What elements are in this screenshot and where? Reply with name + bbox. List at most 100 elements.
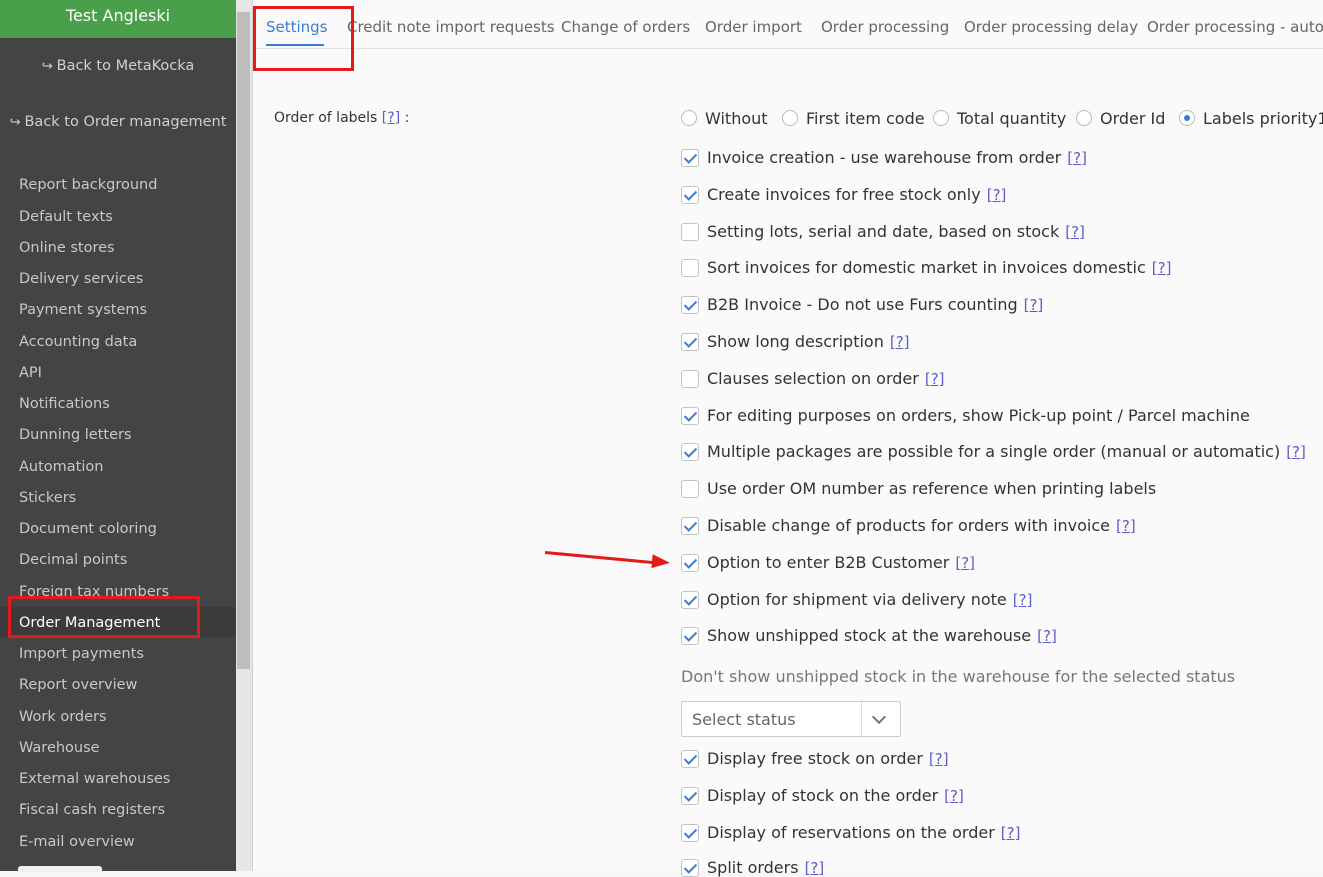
help-link[interactable]: [?] (944, 787, 964, 805)
tab-credit-note-import-requests[interactable]: Credit note import requests (347, 18, 555, 36)
sidebar-item-notifications[interactable]: Notifications (19, 396, 110, 412)
tab-change-of-orders[interactable]: Change of orders (561, 18, 690, 36)
help-link[interactable]: [?] (382, 110, 400, 126)
radio-order-id[interactable]: Order Id (1076, 108, 1165, 128)
help-link[interactable]: [?] (925, 370, 945, 388)
help-link[interactable]: [?] (1286, 443, 1306, 461)
checkbox-row-for-editing-purposes-on-orders-show-pick-up-point-parcel-machine[interactable]: For editing purposes on orders, show Pic… (681, 406, 1250, 425)
sidebar-item-fiscal-cash-registers[interactable]: Fiscal cash registers (19, 802, 165, 818)
help-link[interactable]: [?] (1001, 824, 1021, 842)
radio-labels-priority1[interactable]: Labels priority1 (1179, 108, 1323, 128)
sidebar-item-report-overview[interactable]: Report overview (19, 677, 137, 693)
checkbox-row-option-to-enter-b2b-customer[interactable]: Option to enter B2B Customer [?] (681, 553, 975, 572)
checkbox-label: Disable change of products for orders wi… (707, 516, 1111, 535)
checkbox[interactable] (681, 590, 699, 609)
sidebar-item-stickers[interactable]: Stickers (19, 490, 76, 506)
checkbox[interactable] (681, 858, 699, 877)
sidebar-item-import-payments[interactable]: Import payments (19, 646, 144, 662)
help-link[interactable]: [?] (890, 333, 910, 351)
radio-without[interactable]: Without (681, 108, 768, 128)
sidebar-item-default-texts[interactable]: Default texts (19, 209, 113, 225)
sidebar-scrollbar-thumb[interactable] (237, 12, 250, 669)
help-link[interactable]: [?] (1037, 627, 1057, 645)
checkbox[interactable] (681, 553, 699, 572)
checkbox-row-option-for-shipment-via-delivery-note[interactable]: Option for shipment via delivery note [?] (681, 590, 1032, 609)
checkbox-row-b2b-invoice-do-not-use-furs-counting[interactable]: B2B Invoice - Do not use Furs counting [?… (681, 295, 1043, 314)
checkbox-row-use-order-om-number-as-reference-when-printing-labels[interactable]: Use order OM number as reference when pr… (681, 479, 1156, 498)
checkbox-row-split-orders[interactable]: Split orders [?] (681, 858, 824, 877)
radio-label: First item code (806, 108, 925, 128)
tab-order-import[interactable]: Order import (705, 18, 802, 36)
tab-order-processing-delay[interactable]: Order processing delay (964, 18, 1138, 36)
checkbox[interactable] (681, 295, 699, 314)
checkbox[interactable] (681, 626, 699, 645)
checkbox-row-sort-invoices-for-domestic-market-in-invoices-domestic[interactable]: Sort invoices for domestic market in inv… (681, 258, 1171, 277)
help-link[interactable]: [?] (929, 750, 949, 768)
radio-button[interactable] (782, 110, 798, 126)
checkbox[interactable] (681, 222, 699, 241)
sidebar-item-warehouse[interactable]: Warehouse (19, 740, 100, 756)
checkbox[interactable] (681, 185, 699, 204)
radio-total-quantity[interactable]: Total quantity (933, 108, 1066, 128)
help-link[interactable]: [?] (1013, 591, 1033, 609)
sidebar-item-accounting-data[interactable]: Accounting data (19, 334, 137, 350)
checkbox-row-clauses-selection-on-order[interactable]: Clauses selection on order [?] (681, 369, 945, 388)
checkbox-row-disable-change-of-products-for-orders-with-invoice[interactable]: Disable change of products for orders wi… (681, 516, 1136, 535)
status-select-placeholder: Select status (692, 710, 796, 729)
checkbox[interactable] (681, 148, 699, 167)
sidebar-item-document-coloring[interactable]: Document coloring (19, 521, 157, 537)
checkbox-row-show-long-description[interactable]: Show long description [?] (681, 332, 910, 351)
help-link[interactable]: [?] (805, 859, 825, 877)
help-link[interactable]: [?] (1024, 296, 1044, 314)
sidebar-item-decimal-points[interactable]: Decimal points (19, 552, 127, 568)
sidebar-item-dunning-letters[interactable]: Dunning letters (19, 427, 132, 443)
help-link[interactable]: [?] (1116, 517, 1136, 535)
sidebar-item-external-warehouses[interactable]: External warehouses (19, 771, 170, 787)
checkbox[interactable] (681, 786, 699, 805)
sidebar-item-automation[interactable]: Automation (19, 459, 103, 475)
checkbox[interactable] (681, 442, 699, 461)
checkbox[interactable] (681, 406, 699, 425)
sidebar-item-online-stores[interactable]: Online stores (19, 240, 115, 256)
sidebar-item-payment-systems[interactable]: Payment systems (19, 302, 147, 318)
status-select-toggle[interactable] (861, 702, 900, 736)
status-select[interactable]: Select status (681, 701, 901, 737)
help-link[interactable]: [?] (1152, 259, 1172, 277)
checkbox[interactable] (681, 516, 699, 535)
checkbox-row-multiple-packages-are-possible-for-a-single-order-manual-or-automatic[interactable]: Multiple packages are possible for a sin… (681, 442, 1306, 461)
company-name[interactable]: Test Angleski (0, 0, 236, 38)
help-link[interactable]: [?] (1065, 223, 1085, 241)
back-to-order-management-link[interactable]: ↪ Back to Order management (0, 114, 236, 130)
checkbox-label: Sort invoices for domestic market in inv… (707, 258, 1146, 277)
checkbox[interactable] (681, 823, 699, 842)
checkbox[interactable] (681, 369, 699, 388)
checkbox-row-invoice-creation-use-warehouse-from-order[interactable]: Invoice creation - use warehouse from or… (681, 148, 1087, 167)
sidebar-item-e-mail-overview[interactable]: E-mail overview (19, 834, 135, 850)
checkbox[interactable] (681, 479, 699, 498)
checkbox[interactable] (681, 258, 699, 277)
radio-first-item-code[interactable]: First item code (782, 108, 925, 128)
checkbox-row-display-of-stock-on-the-order[interactable]: Display of stock on the order [?] (681, 786, 964, 805)
checkbox-label: Option for shipment via delivery note (707, 590, 1007, 609)
checkbox-row-show-unshipped-stock-at-the-warehouse[interactable]: Show unshipped stock at the warehouse [?] (681, 626, 1057, 645)
tab-order-processing-automa[interactable]: Order processing - automa (1147, 18, 1323, 36)
radio-button[interactable] (1076, 110, 1092, 126)
checkbox-row-display-of-reservations-on-the-order[interactable]: Display of reservations on the order [?] (681, 823, 1020, 842)
help-link[interactable]: [?] (1067, 149, 1087, 167)
sidebar-item-api[interactable]: API (19, 365, 42, 381)
sidebar-item-work-orders[interactable]: Work orders (19, 709, 107, 725)
checkbox-row-setting-lots-serial-and-date-based-on-stock[interactable]: Setting lots, serial and date, based on … (681, 222, 1085, 241)
checkbox-row-create-invoices-for-free-stock-only[interactable]: Create invoices for free stock only [?] (681, 185, 1006, 204)
radio-button[interactable] (1179, 110, 1195, 126)
sidebar-item-delivery-services[interactable]: Delivery services (19, 271, 143, 287)
radio-button[interactable] (681, 110, 697, 126)
back-to-metakocka-link[interactable]: ↪ Back to MetaKocka (0, 58, 236, 74)
tab-order-processing[interactable]: Order processing (821, 18, 949, 36)
help-link[interactable]: [?] (955, 554, 975, 572)
checkbox[interactable] (681, 749, 699, 768)
checkbox-row-display-free-stock-on-order[interactable]: Display free stock on order [?] (681, 749, 949, 768)
checkbox[interactable] (681, 332, 699, 351)
help-link[interactable]: [?] (987, 186, 1007, 204)
radio-button[interactable] (933, 110, 949, 126)
sidebar-item-report-background[interactable]: Report background (19, 177, 157, 193)
